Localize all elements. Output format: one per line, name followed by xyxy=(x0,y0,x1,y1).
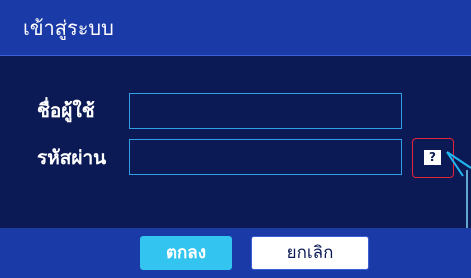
username-label: ชื่อผู้ใช้ xyxy=(37,100,95,122)
login-dialog: เข้าสู่ระบบ ชื่อผู้ใช้ รหัสผ่าน ? ตกลง ย… xyxy=(0,0,471,278)
password-label: รหัสผ่าน xyxy=(37,147,107,169)
title-bar: เข้าสู่ระบบ xyxy=(0,0,471,56)
password-field[interactable] xyxy=(129,139,402,175)
ok-button[interactable]: ตกลง xyxy=(140,236,232,270)
title-divider xyxy=(0,55,471,56)
dialog-title: เข้าสู่ระบบ xyxy=(23,16,114,40)
question-mark-icon: ? xyxy=(424,150,441,165)
username-field[interactable] xyxy=(129,93,402,129)
dialog-footer xyxy=(0,229,471,278)
cancel-button[interactable]: ยกเลิก xyxy=(251,236,369,270)
